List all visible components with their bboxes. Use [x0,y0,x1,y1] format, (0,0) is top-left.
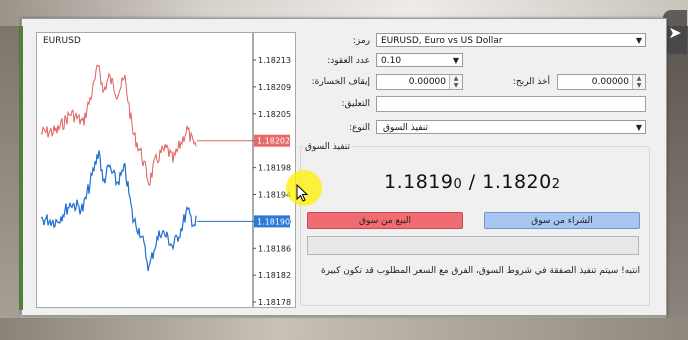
volume-select[interactable]: 0.10 ▼ [376,53,463,67]
takeprofit-spinner[interactable]: ▲ ▼ [632,75,645,89]
bid-price-line [40,64,197,186]
price-axis-label: 1.18209 [258,83,291,92]
price-axis-label: 1.18198 [258,164,291,173]
order-type-value: تنفيذ السوق [383,123,428,133]
price-axis-label: 1.18213 [258,56,291,65]
comment-input[interactable] [376,96,646,112]
volume-select-value: 0.10 [381,56,402,66]
price-axis-label: 1.18205 [258,110,291,119]
stoploss-value: 0.00000 [408,77,446,87]
stoploss-input[interactable]: 0.00000 ▲ ▼ [376,74,463,90]
takeprofit-label: :أخذ الربح [512,77,550,87]
chevron-down-icon: ▼ [452,56,459,65]
ask-price-line [40,150,197,272]
execution-progress-bar [307,236,639,255]
tick-chart: 1.18213 1.18209 1.18205 1.18202 1.18198 1.181… [36,32,296,308]
chevron-down-icon: ▼ [635,36,642,45]
symbol-select[interactable]: EURUSD, Euro vs US Dollar ▼ [376,33,646,47]
bid-price-tag-label: 1.18202 [257,137,290,146]
stoploss-label: :إيقاف الخسارة [311,77,370,87]
background-bottom [0,318,688,340]
market-execution-title: تنفيذ السوق [303,142,352,152]
price-axis-label: 1.18178 [258,298,291,307]
price-axis-label: 1.18186 [258,244,291,253]
symbol-select-value: EURUSD, Euro vs US Dollar [381,36,503,46]
comment-label: :التعليق [341,99,370,109]
tick-chart-canvas: 1.18213 1.18209 1.18205 1.18202 1.18198 1.181… [40,33,291,307]
buy-by-market-button[interactable]: الشراء من سوق [484,212,640,229]
takeprofit-value: 0.00000 [591,77,629,87]
window-accent-edge [19,26,23,310]
background-left [0,26,20,318]
chart-symbol-title: EURUSD [43,36,81,46]
mouse-cursor-icon [296,184,308,202]
sell-by-market-button[interactable]: البيع من سوق [307,212,463,229]
background-right [666,26,688,318]
market-warning-text: انتبه! سيتم تنفيذ الصفقة في شروط السوق، … [320,266,640,276]
send-icon: ➤ [668,22,682,42]
ask-price-small: 2 [551,177,561,192]
chevron-down-icon: ▼ [635,123,642,132]
bid-price-main: 1.1819 [384,171,454,193]
ask-price-main: 1.1820 [482,171,552,193]
price-quote: 1.18190 / 1.18202 [384,171,561,193]
ask-price-tag-label: 1.18190 [257,217,290,226]
bid-price-small: 0 [453,177,463,192]
type-label: :النوع [348,123,370,133]
price-separator: / [462,171,483,193]
symbol-label: :رمز [352,36,370,46]
takeprofit-input[interactable]: 0.00000 ▲ ▼ [557,74,646,90]
volume-label: :عدد العقود [327,56,370,66]
order-type-select[interactable]: تنفيذ السوق ▼ [376,120,646,134]
stoploss-spinner[interactable]: ▲ ▼ [449,75,462,89]
price-axis-label: 1.18182 [258,271,291,280]
